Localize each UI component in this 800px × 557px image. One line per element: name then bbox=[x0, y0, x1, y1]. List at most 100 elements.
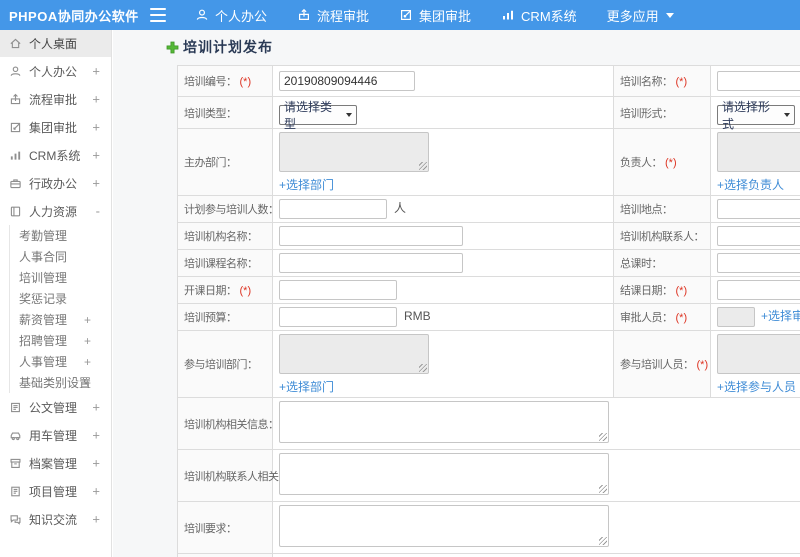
participating-departments-textarea[interactable] bbox=[279, 334, 429, 374]
textarea-wrap bbox=[279, 401, 609, 443]
training-budget-input[interactable] bbox=[279, 307, 397, 327]
training-type-select[interactable]: 请选择类型 bbox=[279, 100, 357, 131]
sidebar-item-knowledge-exchange[interactable]: 知识交流 + bbox=[0, 505, 111, 533]
sidebar-item-personal-office[interactable]: 个人办公 + bbox=[0, 57, 111, 85]
sidebar-subitem-reward-punish-record[interactable]: 奖惩记录 bbox=[10, 288, 111, 309]
form-row-training-org-contact-info: 培训机构联系人相关信息： bbox=[177, 449, 800, 502]
expand-toggle-icon[interactable]: + bbox=[92, 92, 100, 107]
training-requirements-textarea[interactable] bbox=[279, 505, 609, 547]
sidebar-item-crm-system[interactable]: CRM系统 + bbox=[0, 141, 111, 169]
sidebar-item-personal-desktop[interactable]: 个人桌面 bbox=[0, 30, 111, 57]
topnav-label: 个人办公 bbox=[215, 8, 268, 24]
host-department-textarea[interactable] bbox=[279, 132, 429, 172]
expand-toggle-icon[interactable]: + bbox=[92, 456, 100, 471]
expand-toggle-icon[interactable]: + bbox=[84, 376, 91, 390]
select-department-link[interactable]: +选择部门 bbox=[279, 178, 607, 192]
topnav-item-group-approval[interactable]: 集团审批 bbox=[384, 0, 486, 30]
topnav-label: 更多应用 bbox=[606, 8, 659, 24]
expand-toggle-icon[interactable]: + bbox=[92, 176, 100, 191]
training-plan-form: 培训编号：(*)培训名称：(*)培训类型：请选择类型培训形式：请选择形式主办部门… bbox=[177, 65, 800, 557]
start-date-input[interactable] bbox=[279, 280, 397, 300]
field-label: 参与培训部门： bbox=[184, 359, 258, 371]
training-location-input[interactable] bbox=[717, 199, 800, 219]
sidebar-subitem-personnel-mgmt[interactable]: 人事管理 + bbox=[10, 351, 111, 372]
training-name-input[interactable] bbox=[717, 71, 800, 91]
sidebar-subitem-base-category-setting[interactable]: 基础类别设置 + bbox=[10, 372, 111, 393]
sidebar-item-label: 流程审批 bbox=[29, 92, 78, 107]
approver-label: 审批人员： (*) bbox=[613, 303, 711, 331]
attachment-doc-cell: +附件上传 bbox=[272, 553, 800, 557]
sidebar-subitem-salary-mgmt[interactable]: 薪资管理 + bbox=[10, 309, 111, 330]
training-course-name-input[interactable] bbox=[279, 253, 463, 273]
form-row-participating-departments: 参与培训部门： +选择部门 参与培训人员： (*) +选择参与人员 bbox=[177, 330, 800, 398]
select-participants-link[interactable]: +选择参与人员 bbox=[717, 380, 800, 394]
participating-people-cell: +选择参与人员 bbox=[710, 330, 800, 398]
sidebar-subitem-label: 基础类别设置 bbox=[19, 376, 92, 390]
select-approver-link[interactable]: +选择审批人员 bbox=[761, 309, 800, 323]
select-leader-link[interactable]: +选择负责人 bbox=[717, 178, 800, 192]
required-marker: (*) bbox=[239, 76, 252, 88]
sidebar-item-human-resources[interactable]: 人力资源 - bbox=[0, 197, 111, 225]
topnav-item-process-approval[interactable]: 流程审批 bbox=[282, 0, 384, 30]
sidebar-item-process-approval[interactable]: 流程审批 + bbox=[0, 85, 111, 113]
expand-toggle-icon[interactable]: + bbox=[92, 148, 100, 163]
sidebar-item-document-mgmt[interactable]: 公文管理 + bbox=[0, 393, 111, 421]
end-date-input[interactable] bbox=[717, 280, 800, 300]
training-org-info-textarea[interactable] bbox=[279, 401, 609, 443]
dropdown-arrow-icon bbox=[784, 113, 790, 117]
training-number-cell bbox=[272, 65, 614, 97]
sidebar-item-group-approval[interactable]: 集团审批 + bbox=[0, 113, 111, 141]
sidebar-item-vehicle-mgmt[interactable]: 用车管理 + bbox=[0, 421, 111, 449]
expand-toggle-icon[interactable]: + bbox=[84, 355, 91, 369]
topnav-item-more-apps[interactable]: 更多应用 bbox=[592, 0, 689, 30]
expand-toggle-icon[interactable]: + bbox=[92, 512, 100, 527]
field-label: 培训地点： bbox=[620, 204, 673, 216]
training-org-contact-info-textarea[interactable] bbox=[279, 453, 609, 495]
training-requirements-cell bbox=[272, 501, 800, 554]
sidebar-subitem-recruit-mgmt[interactable]: 招聘管理 + bbox=[10, 330, 111, 351]
required-marker: (*) bbox=[675, 285, 688, 297]
training-org-contact-input[interactable] bbox=[717, 226, 800, 246]
training-org-name-input[interactable] bbox=[279, 226, 463, 246]
process-approval-icon bbox=[297, 8, 311, 22]
sidebar-item-admin-office[interactable]: 行政办公 + bbox=[0, 169, 111, 197]
group-approval-icon bbox=[399, 8, 413, 22]
training-org-contact-info-label: 培训机构联系人相关信息： bbox=[177, 449, 311, 502]
training-number-input[interactable] bbox=[279, 71, 415, 91]
expand-toggle-icon[interactable]: - bbox=[96, 204, 100, 219]
expand-toggle-icon[interactable]: + bbox=[92, 484, 100, 499]
textarea-wrap bbox=[717, 334, 800, 374]
document-mgmt-icon bbox=[9, 401, 22, 414]
form-row-training-budget: 培训预算： RMB 审批人员：(*) +选择审批人员 bbox=[177, 303, 800, 331]
sidebar-item-project-mgmt[interactable]: 项目管理 + bbox=[0, 477, 111, 505]
required-marker: (*) bbox=[665, 157, 677, 169]
sidebar-subitem-training-mgmt[interactable]: 培训管理 bbox=[10, 267, 111, 288]
expand-toggle-icon[interactable]: + bbox=[92, 64, 100, 79]
textarea-wrap bbox=[717, 132, 800, 172]
expand-toggle-icon[interactable]: + bbox=[92, 120, 100, 135]
topnav-label: 集团审批 bbox=[419, 8, 472, 24]
leader-textarea[interactable] bbox=[717, 132, 800, 172]
select-department-link[interactable]: +选择部门 bbox=[279, 380, 607, 394]
sidebar-item-archive-mgmt[interactable]: 档案管理 + bbox=[0, 449, 111, 477]
training-form-select[interactable]: 请选择形式 bbox=[717, 100, 795, 131]
selected-option: 请选择类型 bbox=[284, 100, 333, 131]
sidebar-subitem-attendance-mgmt[interactable]: 考勤管理 bbox=[10, 225, 111, 246]
expand-toggle-icon[interactable]: + bbox=[84, 313, 91, 327]
expand-toggle-icon[interactable]: + bbox=[92, 428, 100, 443]
sidebar-subitem-hr-contract[interactable]: 人事合同 bbox=[10, 246, 111, 267]
menu-toggle-icon[interactable] bbox=[150, 8, 166, 22]
training-requirements-label: 培训要求： bbox=[177, 501, 273, 554]
total-class-hours-input[interactable] bbox=[717, 253, 800, 273]
expand-toggle-icon[interactable]: + bbox=[84, 334, 91, 348]
sidebar-item-label: 档案管理 bbox=[29, 456, 78, 471]
planned-participants-input[interactable] bbox=[279, 199, 387, 219]
group-approval-icon bbox=[9, 121, 22, 134]
form-row-training-number: 培训编号：(*)培训名称：(*) bbox=[177, 65, 800, 97]
topnav-item-personal-office[interactable]: 个人办公 bbox=[180, 0, 282, 30]
training-name-label: 培训名称： (*) bbox=[613, 65, 711, 97]
topnav-item-crm-system[interactable]: CRM系统 bbox=[486, 0, 592, 30]
participating-people-textarea[interactable] bbox=[717, 334, 800, 374]
approver-input[interactable] bbox=[717, 307, 755, 327]
expand-toggle-icon[interactable]: + bbox=[92, 400, 100, 415]
